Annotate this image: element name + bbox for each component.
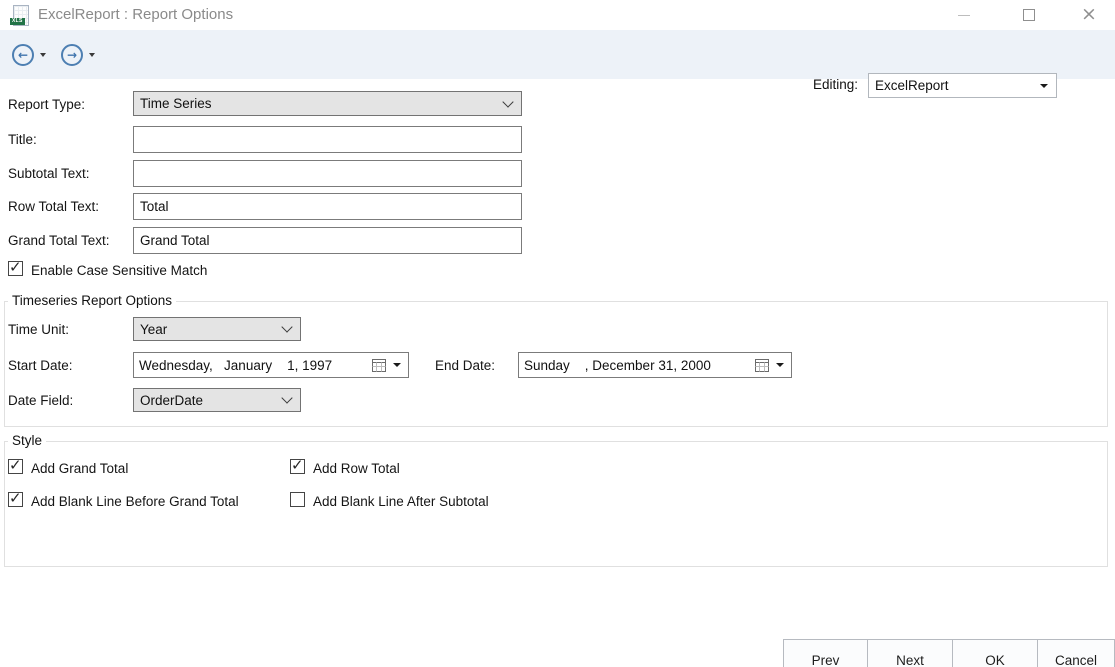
forward-arrow-icon: → — [67, 48, 77, 62]
add-grand-total-label: Add Grand Total — [31, 461, 128, 476]
start-date-picker[interactable]: Wednesday, January 1, 1997 — [133, 352, 409, 378]
report-type-value: Time Series — [140, 96, 212, 111]
xls-badge: XLS — [10, 18, 25, 25]
chevron-down-icon — [281, 392, 292, 403]
checkmark-icon: ✓ — [291, 456, 304, 474]
time-unit-dropdown[interactable]: Year — [133, 317, 301, 341]
checkmark-icon: ✓ — [9, 489, 22, 507]
editing-label: Editing: — [813, 77, 858, 92]
minimize-button[interactable] — [946, 0, 982, 30]
time-unit-value: Year — [140, 322, 167, 337]
grand-total-text-input[interactable] — [133, 227, 522, 254]
maximize-button[interactable] — [1011, 0, 1047, 30]
forward-dropdown-caret-icon[interactable] — [89, 53, 95, 57]
cancel-button[interactable]: Cancel — [1037, 639, 1115, 667]
start-date-label: Start Date: — [8, 358, 73, 373]
editing-combobox[interactable]: ExcelReport — [868, 73, 1057, 98]
report-type-label: Report Type: — [8, 97, 85, 112]
time-unit-label: Time Unit: — [8, 322, 69, 337]
end-date-picker[interactable]: Sunday , December 31, 2000 — [518, 352, 792, 378]
minimize-icon — [958, 15, 970, 16]
back-button[interactable]: ← — [12, 44, 34, 66]
title-input[interactable] — [133, 126, 522, 153]
dropdown-arrow-icon — [776, 363, 784, 367]
forward-button[interactable]: → — [61, 44, 83, 66]
add-blank-line-before-grand-total-checkbox[interactable]: ✓ — [8, 492, 23, 507]
dropdown-arrow-icon — [393, 363, 401, 367]
report-type-dropdown[interactable]: Time Series — [133, 91, 522, 116]
maximize-icon — [1023, 9, 1035, 21]
checkmark-icon: ✓ — [9, 456, 22, 474]
subtotal-text-label: Subtotal Text: — [8, 166, 90, 181]
add-blank-line-after-subtotal-label: Add Blank Line After Subtotal — [313, 494, 489, 509]
ok-button[interactable]: OK — [952, 639, 1038, 667]
calendar-icon — [372, 359, 386, 372]
next-button[interactable]: Next — [867, 639, 953, 667]
back-arrow-icon: ← — [18, 48, 28, 62]
chevron-down-icon — [281, 321, 292, 332]
dropdown-arrow-icon — [1040, 84, 1048, 88]
case-sensitive-label: Enable Case Sensitive Match — [31, 263, 207, 278]
editing-combobox-value: ExcelReport — [875, 78, 949, 93]
add-blank-line-after-subtotal-checkbox[interactable]: ✓ — [290, 492, 305, 507]
close-button[interactable]: × — [1071, 0, 1107, 30]
navigation-toolbar: ← → Editing: ExcelReport — [0, 30, 1115, 79]
titlebar: XLS ExcelReport : Report Options × — [0, 0, 1115, 30]
add-row-total-checkbox[interactable]: ✓ — [290, 459, 305, 474]
add-grand-total-checkbox[interactable]: ✓ — [8, 459, 23, 474]
prev-button[interactable]: Prev — [783, 639, 868, 667]
back-dropdown-caret-icon[interactable] — [40, 53, 46, 57]
date-field-dropdown[interactable]: OrderDate — [133, 388, 301, 412]
excel-document-icon: XLS — [13, 5, 29, 26]
style-group-title: Style — [8, 433, 46, 448]
checkmark-icon: ✓ — [9, 258, 22, 276]
end-date-label: End Date: — [435, 358, 495, 373]
date-field-label: Date Field: — [8, 393, 73, 408]
subtotal-text-input[interactable] — [133, 160, 522, 187]
row-total-text-label: Row Total Text: — [8, 199, 99, 214]
end-date-value: Sunday , December 31, 2000 — [524, 358, 711, 373]
timeseries-group-title: Timeseries Report Options — [8, 293, 176, 308]
add-blank-line-before-grand-total-label: Add Blank Line Before Grand Total — [31, 494, 239, 509]
calendar-icon — [755, 359, 769, 372]
start-date-value: Wednesday, January 1, 1997 — [139, 358, 332, 373]
window-title: ExcelReport : Report Options — [38, 6, 233, 23]
add-row-total-label: Add Row Total — [313, 461, 400, 476]
title-label: Title: — [8, 132, 37, 147]
close-icon: × — [1081, 5, 1097, 24]
chevron-down-icon — [502, 96, 513, 107]
report-options-window: XLS ExcelReport : Report Options × ← → E… — [0, 0, 1115, 667]
row-total-text-input[interactable] — [133, 193, 522, 220]
date-field-value: OrderDate — [140, 393, 203, 408]
case-sensitive-checkbox[interactable]: ✓ — [8, 261, 23, 276]
grand-total-text-label: Grand Total Text: — [8, 233, 110, 248]
